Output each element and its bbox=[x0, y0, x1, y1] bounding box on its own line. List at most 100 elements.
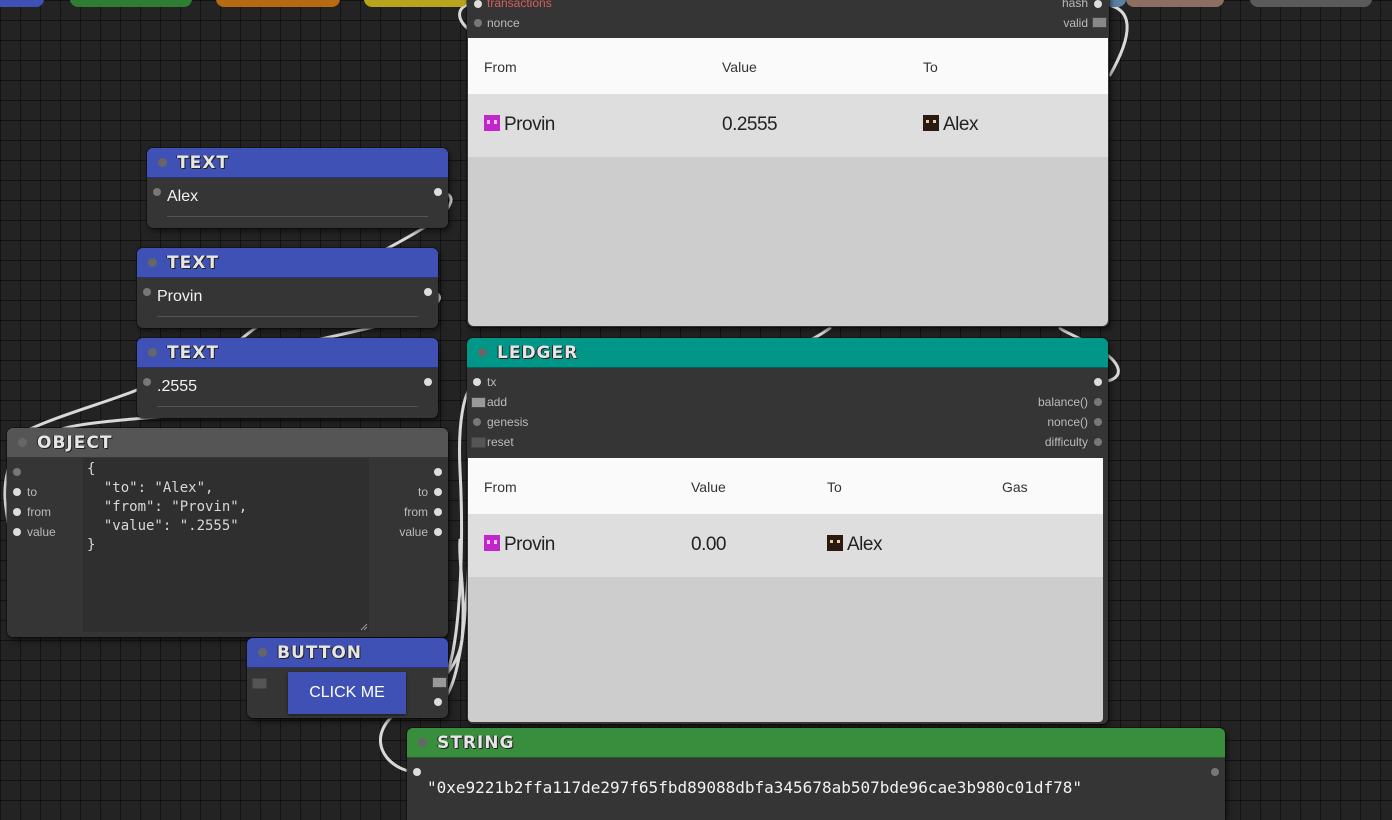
balance-output-slot[interactable] bbox=[1094, 398, 1102, 406]
ledger-table: From Value To Gas Provin 0.00 Alex bbox=[468, 458, 1103, 722]
to-input-slot[interactable] bbox=[13, 488, 21, 496]
json-editor[interactable]: { "to": "Alex", "from": "Provin", "value… bbox=[83, 458, 369, 632]
from-input-label: from bbox=[27, 505, 51, 519]
node-title: OBJECT bbox=[37, 433, 113, 453]
cell-value: 0.00 bbox=[691, 534, 726, 555]
text-node-alex[interactable]: TEXT Alex bbox=[147, 148, 448, 228]
valid-output-slot[interactable] bbox=[1092, 17, 1107, 28]
button-input-slot[interactable] bbox=[252, 678, 267, 689]
to-input-label: to bbox=[27, 485, 38, 499]
cell-from-text: Provin bbox=[504, 534, 555, 555]
cell-to-text: Alex bbox=[943, 114, 978, 135]
offscreen-node-tab[interactable] bbox=[364, 0, 468, 7]
table-row[interactable]: Provin 0.00 Alex bbox=[468, 514, 1103, 577]
object-node[interactable]: OBJECT to from value { "to": "Alex", "fr… bbox=[7, 428, 448, 637]
nonce-slot-label: nonce() bbox=[1047, 415, 1088, 429]
collapse-dot[interactable] bbox=[478, 348, 487, 357]
object-input-slot[interactable] bbox=[13, 468, 21, 476]
input-slot[interactable] bbox=[143, 288, 151, 296]
text-value[interactable]: Provin bbox=[157, 288, 202, 306]
value-output-slot[interactable] bbox=[434, 528, 442, 536]
output-slot[interactable] bbox=[424, 378, 432, 386]
node-header[interactable]: BUTTON bbox=[247, 638, 448, 668]
add-input-slot[interactable] bbox=[471, 397, 486, 408]
ledger-node[interactable]: LEDGER tx add genesis reset balance() no… bbox=[467, 338, 1108, 724]
collapse-dot[interactable] bbox=[258, 648, 267, 657]
click-me-button[interactable]: CLICK ME bbox=[288, 672, 406, 714]
node-title: STRING bbox=[437, 733, 515, 753]
text-node-value[interactable]: TEXT .2555 bbox=[137, 338, 438, 418]
table-row[interactable]: Provin 0.2555 Alex bbox=[468, 94, 1108, 157]
provin-avatar-icon bbox=[484, 535, 500, 551]
node-header[interactable]: TEXT bbox=[137, 338, 438, 368]
genesis-input-slot[interactable] bbox=[473, 418, 481, 426]
from-output-slot[interactable] bbox=[434, 508, 442, 516]
node-header[interactable]: TEXT bbox=[147, 148, 448, 178]
to-output-label: to bbox=[417, 485, 428, 499]
transactions-slot-label: transactions bbox=[487, 0, 552, 10]
nonce-input-slot[interactable] bbox=[474, 19, 482, 27]
reset-input-slot[interactable] bbox=[471, 437, 486, 448]
hash-slot-label: hash bbox=[1061, 0, 1088, 10]
value-output-label: value bbox=[399, 525, 428, 539]
alex-avatar-icon bbox=[827, 535, 843, 551]
output-slot[interactable] bbox=[424, 288, 432, 296]
text-underline bbox=[157, 406, 418, 407]
node-header[interactable]: LEDGER bbox=[467, 338, 1108, 368]
cell-from: Provin bbox=[484, 114, 555, 136]
to-output-slot[interactable] bbox=[434, 488, 442, 496]
collapse-dot[interactable] bbox=[148, 258, 157, 267]
hash-string-value[interactable]: "0xe9221b2ffa117de297f65fbd89088dbfa3456… bbox=[427, 778, 1082, 797]
collapse-dot[interactable] bbox=[418, 738, 427, 747]
collapse-dot[interactable] bbox=[158, 158, 167, 167]
tx-slot-label: tx bbox=[487, 375, 497, 389]
add-slot-label: add bbox=[487, 395, 508, 409]
offscreen-node-tab[interactable] bbox=[1250, 0, 1372, 7]
offscreen-node-tab[interactable] bbox=[1126, 0, 1224, 7]
alex-avatar-icon bbox=[923, 115, 939, 131]
provin-avatar-icon bbox=[484, 115, 500, 131]
difficulty-output-slot[interactable] bbox=[1094, 438, 1102, 446]
resize-handle-icon[interactable] bbox=[360, 623, 368, 631]
button-node[interactable]: BUTTON CLICK ME bbox=[247, 638, 448, 718]
genesis-slot-label: genesis bbox=[487, 415, 529, 429]
from-output-label: from bbox=[404, 505, 428, 519]
node-header[interactable]: OBJECT bbox=[7, 428, 448, 458]
text-value[interactable]: Alex bbox=[167, 188, 198, 206]
button-output-slot[interactable] bbox=[432, 677, 447, 688]
collapse-dot[interactable] bbox=[18, 438, 27, 447]
text-value[interactable]: .2555 bbox=[157, 378, 197, 396]
offscreen-node-tab[interactable] bbox=[70, 0, 192, 7]
value-input-slot[interactable] bbox=[13, 528, 21, 536]
column-header-to: To bbox=[827, 479, 842, 495]
ledger-output-slot[interactable] bbox=[1094, 378, 1102, 386]
node-header[interactable]: TEXT bbox=[137, 248, 438, 278]
nonce-output-slot[interactable] bbox=[1094, 418, 1102, 426]
input-slot[interactable] bbox=[143, 378, 151, 386]
text-underline bbox=[167, 216, 428, 217]
string-output-slot[interactable] bbox=[1211, 768, 1219, 776]
transactions-input-slot[interactable] bbox=[474, 0, 482, 8]
object-output-slot[interactable] bbox=[434, 468, 442, 476]
string-input-slot[interactable] bbox=[413, 768, 421, 776]
string-node[interactable]: STRING "0xe9221b2ffa117de297f65fbd89088d… bbox=[407, 728, 1225, 820]
block-node[interactable]: transactions nonce hash valid From Value… bbox=[467, 0, 1109, 327]
collapse-dot[interactable] bbox=[148, 348, 157, 357]
tx-input-slot[interactable] bbox=[473, 378, 481, 386]
column-header-from: From bbox=[484, 59, 517, 75]
input-slot[interactable] bbox=[153, 188, 161, 196]
offscreen-node-tab[interactable] bbox=[0, 0, 44, 7]
from-input-slot[interactable] bbox=[13, 508, 21, 516]
table-header-row: From Value To bbox=[468, 38, 1108, 94]
cell-from: Provin bbox=[484, 534, 555, 556]
output-slot[interactable] bbox=[434, 188, 442, 196]
button-secondary-output-slot[interactable] bbox=[434, 698, 442, 706]
cell-to-text: Alex bbox=[847, 534, 882, 555]
offscreen-node-tab[interactable] bbox=[216, 0, 340, 7]
node-header[interactable]: STRING bbox=[407, 728, 1225, 758]
text-node-provin[interactable]: TEXT Provin bbox=[137, 248, 438, 328]
cell-value: 0.2555 bbox=[722, 114, 778, 135]
reset-slot-label: reset bbox=[487, 435, 514, 449]
hash-output-slot[interactable] bbox=[1094, 0, 1102, 8]
column-header-to: To bbox=[923, 59, 938, 75]
